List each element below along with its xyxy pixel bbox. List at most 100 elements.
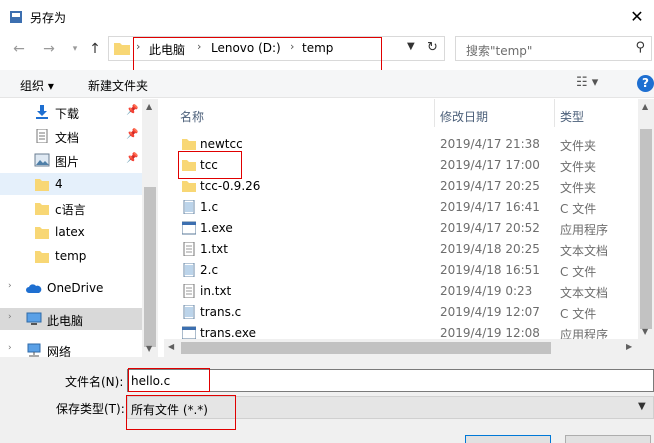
sidebar-scrollbar[interactable]: ▲ ▼ — [142, 99, 158, 357]
file-name: tcc-0.9.26 — [200, 179, 261, 193]
file-type: 文本文档 — [560, 244, 609, 258]
filename-label: 文件名(N): — [65, 375, 124, 389]
network-icon — [27, 343, 41, 357]
file-name: 1.exe — [200, 221, 233, 235]
help-icon[interactable]: ? — [637, 75, 654, 92]
file-list: ^ 名称 修改日期 类型 newtcc 2019/4/17 21:38 文件夹 … — [164, 99, 654, 357]
text-file-icon — [183, 284, 195, 298]
cloud-icon — [26, 284, 42, 293]
file-row[interactable]: in.txt 2019/4/19 0:23 文本文档 — [164, 280, 654, 301]
scroll-left-icon[interactable]: ◀ — [168, 342, 174, 351]
sidebar-item-temp[interactable]: temp — [0, 245, 142, 267]
sidebar-item-downloads[interactable]: 下载 📌 — [0, 101, 142, 123]
back-arrow-icon[interactable]: ← — [10, 40, 28, 58]
scroll-thumb[interactable] — [181, 342, 551, 354]
folder-icon — [35, 251, 49, 263]
file-type: 文件夹 — [560, 181, 597, 195]
scroll-down-icon[interactable]: ▼ — [642, 327, 648, 336]
chevron-down-icon[interactable]: ▼ — [638, 401, 646, 412]
scroll-down-icon[interactable]: ▼ — [146, 344, 152, 353]
save-as-dialog: 另存为 ✕ ← → ▾ ↑ › 此电脑 › Lenovo (D:) › temp… — [0, 0, 654, 443]
scroll-right-icon[interactable]: ▶ — [626, 342, 632, 351]
recent-locations-icon[interactable]: ▾ — [66, 40, 84, 58]
window-icon — [10, 11, 22, 23]
column-header-name[interactable]: 名称 — [180, 108, 204, 125]
sidebar-item-documents[interactable]: 文档 📌 — [0, 125, 142, 147]
exe-icon — [182, 326, 196, 340]
file-name: trans.c — [200, 305, 242, 319]
file-row[interactable]: 1.txt 2019/4/18 20:25 文本文档 — [164, 238, 654, 259]
sidebar-item-onedrive[interactable]: › OneDrive — [0, 277, 142, 299]
file-type: C 文件 — [560, 265, 597, 279]
file-name: 1.c — [200, 200, 219, 214]
close-icon[interactable]: ✕ — [620, 0, 654, 34]
cancel-button[interactable] — [565, 435, 651, 443]
sort-indicator-icon: ^ — [298, 99, 307, 106]
sidebar-item-c-language[interactable]: c语言 — [0, 197, 142, 219]
expand-chevron-icon[interactable]: › — [8, 343, 12, 353]
folder-icon — [35, 227, 49, 239]
view-options-icon[interactable]: ☷ ▾ — [576, 75, 598, 90]
file-row[interactable]: 1.c 2019/4/17 16:41 C 文件 — [164, 196, 654, 217]
expand-chevron-icon[interactable]: › — [8, 281, 12, 291]
highlight-box — [128, 368, 210, 392]
computer-icon — [26, 312, 42, 325]
save-button[interactable] — [465, 435, 551, 443]
scroll-up-icon[interactable]: ▲ — [146, 102, 152, 111]
highlight-box — [133, 37, 382, 71]
sidebar-item-folder-4[interactable]: 4 — [0, 173, 142, 195]
refresh-icon[interactable]: ↻ — [427, 40, 438, 55]
column-divider[interactable] — [434, 99, 435, 127]
file-name: trans.exe — [200, 326, 256, 340]
folder-icon — [182, 181, 196, 192]
folder-icon — [35, 179, 49, 191]
exe-icon — [182, 221, 196, 235]
file-type: 文本文档 — [560, 286, 609, 300]
sidebar-item-latex[interactable]: latex — [0, 221, 142, 243]
file-type: 文件夹 — [560, 139, 597, 153]
sidebar-item-network[interactable]: › 网络 — [0, 339, 142, 357]
sidebar-item-label: 4 — [55, 177, 63, 191]
sidebar-item-label: latex — [55, 225, 85, 239]
title-bar: 另存为 ✕ — [0, 0, 654, 34]
file-type: 应用程序 — [560, 223, 609, 237]
search-placeholder: 搜索"temp" — [466, 44, 533, 58]
sidebar-item-label: 此电脑 — [47, 314, 84, 328]
forward-arrow-icon[interactable]: → — [40, 40, 58, 58]
sidebar-item-this-pc[interactable]: › 此电脑 — [0, 308, 142, 330]
search-box[interactable]: 搜索"temp" ⚲ — [455, 36, 652, 61]
file-row[interactable]: trans.c 2019/4/19 12:07 C 文件 — [164, 301, 654, 322]
scroll-thumb[interactable] — [144, 187, 156, 347]
navigation-pane: 下载 📌 文档 📌 图片 📌 4 c语言 latex temp › OneDri… — [0, 99, 158, 357]
column-header-date[interactable]: 修改日期 — [440, 108, 488, 125]
sidebar-item-label: 下载 — [55, 107, 80, 121]
column-divider[interactable] — [554, 99, 555, 127]
search-icon: ⚲ — [635, 40, 645, 55]
filetype-label: 保存类型(T): — [56, 402, 125, 416]
scroll-thumb[interactable] — [640, 129, 652, 329]
chevron-down-icon[interactable]: ▼ — [407, 41, 415, 52]
up-arrow-icon[interactable]: ↑ — [86, 40, 104, 58]
file-name: in.txt — [200, 284, 232, 298]
file-date: 2019/4/17 20:25 — [440, 179, 540, 193]
file-name: 2.c — [200, 263, 219, 277]
expand-chevron-icon[interactable]: › — [8, 312, 12, 322]
picture-icon — [34, 153, 50, 167]
pin-icon: 📌 — [126, 129, 139, 140]
file-row[interactable]: 2.c 2019/4/18 16:51 C 文件 — [164, 259, 654, 280]
sidebar-item-label: 文档 — [55, 131, 80, 145]
file-date: 2019/4/19 0:23 — [440, 284, 533, 298]
sidebar-item-pictures[interactable]: 图片 📌 — [0, 149, 142, 171]
file-row[interactable]: 1.exe 2019/4/17 20:52 应用程序 — [164, 217, 654, 238]
column-header-type[interactable]: 类型 — [560, 108, 584, 125]
file-date: 2019/4/18 20:25 — [440, 242, 540, 256]
folder-icon — [114, 43, 130, 55]
new-folder-button[interactable]: 新建文件夹 — [88, 77, 148, 94]
file-date: 2019/4/19 12:07 — [440, 305, 540, 319]
scroll-up-icon[interactable]: ▲ — [642, 102, 648, 111]
horizontal-scrollbar[interactable]: ◀ ▶ — [164, 339, 638, 357]
folder-icon — [35, 203, 49, 215]
file-list-scrollbar[interactable]: ▲ ▼ — [638, 99, 654, 357]
organize-button[interactable]: 组织 ▾ — [20, 77, 54, 94]
c-file-icon — [183, 305, 195, 319]
